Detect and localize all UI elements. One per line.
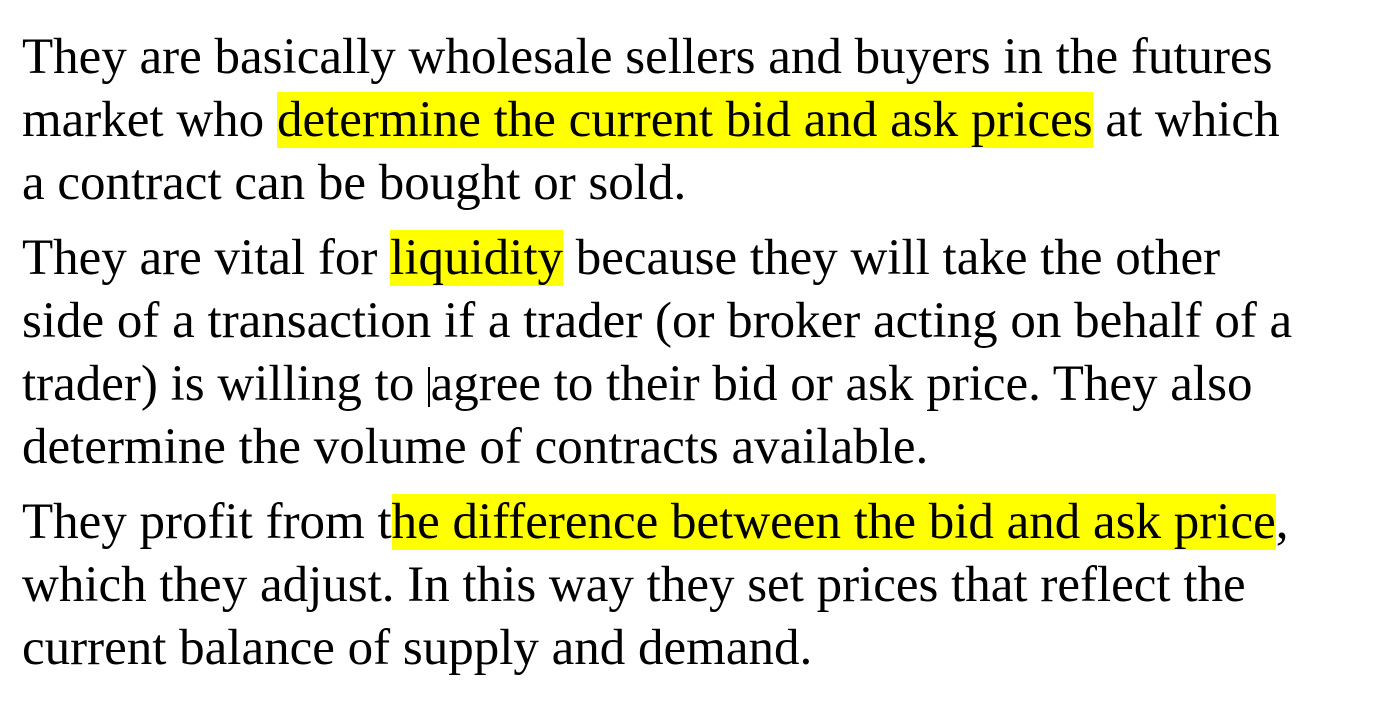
text-run: at which: [1092, 92, 1280, 148]
text-line: determine the volume of contracts availa…: [22, 416, 1362, 479]
text-line: which they adjust. In this way they set …: [22, 554, 1362, 617]
text-run: market who: [22, 92, 277, 148]
text-run: side of a transaction if a trader (or br…: [22, 293, 1293, 349]
text-run: trader) is willing to: [22, 356, 428, 412]
text-line: a contract can be bought or sold.: [22, 152, 1362, 215]
text-run: determine the volume of contracts availa…: [22, 419, 929, 475]
text-line: side of a transaction if a trader (or br…: [22, 290, 1362, 353]
text-line: They profit from the difference between …: [22, 491, 1362, 554]
text-run: They profit from t: [22, 494, 392, 550]
text-run: a contract can be bought or sold.: [22, 155, 687, 211]
text-run: They are vital for: [22, 230, 391, 286]
highlighted-text: he difference between the bid and ask pr…: [391, 494, 1276, 550]
document-body[interactable]: They are basically wholesale sellers and…: [22, 26, 1362, 692]
text-run: because they will take the other: [563, 230, 1221, 286]
text-line: They are vital for liquidity because the…: [22, 227, 1362, 290]
text-run: agree to their bid or ask price. They al…: [430, 356, 1253, 412]
highlighted-text: determine the current bid and ask prices: [276, 92, 1093, 148]
highlighted-text: liquidity: [390, 230, 564, 286]
text-run: They are basically wholesale sellers and…: [22, 29, 1273, 85]
text-cursor-caret: [428, 367, 430, 407]
paragraph-1: They are basically wholesale sellers and…: [22, 26, 1362, 215]
paragraph-2: They are vital for liquidity because the…: [22, 227, 1362, 479]
text-line: market who determine the current bid and…: [22, 89, 1362, 152]
text-line: They are basically wholesale sellers and…: [22, 26, 1362, 89]
paragraph-3: They profit from the difference between …: [22, 491, 1362, 680]
text-line: trader) is willing to agree to their bid…: [22, 353, 1362, 416]
text-run: which they adjust. In this way they set …: [22, 557, 1246, 613]
text-run: ,: [1275, 494, 1289, 550]
text-line: current balance of supply and demand.: [22, 617, 1362, 680]
text-run: current balance of supply and demand.: [22, 620, 813, 676]
